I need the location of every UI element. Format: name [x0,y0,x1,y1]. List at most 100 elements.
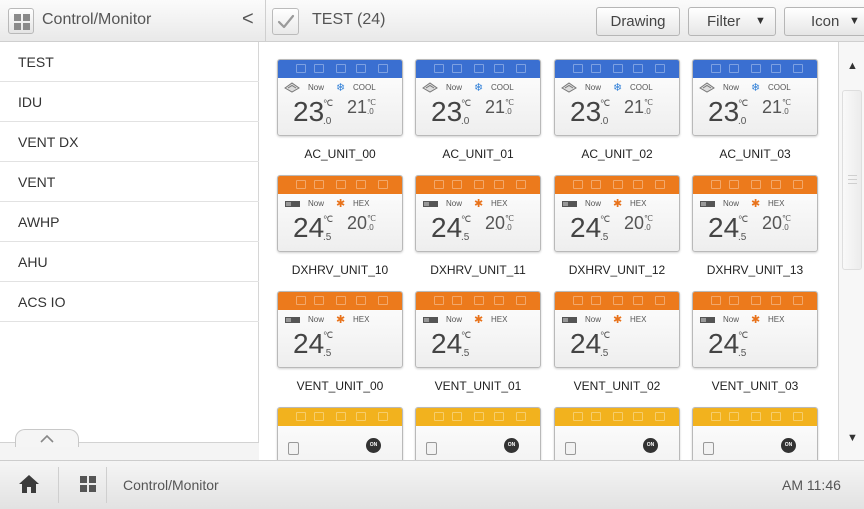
menu-grid-button[interactable] [8,8,34,34]
mode-label: COOL [630,83,653,92]
current-temp-decimal: .0 [323,116,332,127]
grid-scrollbar[interactable]: ▲ ▼ [838,42,864,460]
collapse-panel-button[interactable]: < [242,8,254,31]
sidebar-item-vent-dx[interactable]: VENT DX [0,122,259,162]
current-temp: 23 [708,96,740,127]
card-status-bar [555,292,679,310]
unit-name: VENT_UNIT_00 [296,379,384,393]
status-icon [751,296,761,305]
mode-label: COOL [353,83,376,92]
status-icon [452,64,462,73]
set-temp-unit: ℃ [505,214,514,223]
scroll-up-arrow-icon[interactable]: ▲ [847,60,858,72]
unit-card[interactable]: Now ✱ HEX 24 ℃ .5 [415,291,541,368]
current-temp-decimal: .0 [461,116,470,127]
ventilator-unit-icon [700,317,715,323]
temp-unit: ℃ [461,330,472,340]
power-on-icon: ON [781,438,796,453]
snowflake-icon: ❄ [474,82,484,94]
now-label: Now [585,315,602,324]
status-icon [633,412,643,421]
unit-card[interactable]: Now ✱ HEX 24 ℃ .5 [277,291,403,368]
set-temp-decimal: .0 [782,107,789,116]
unit-card[interactable]: Now ✱ HEX 24 ℃ .5 20 ℃ .0 [692,175,818,252]
now-label: Now [585,83,602,92]
status-icon [378,64,388,73]
unit-name: AC_UNIT_02 [581,147,653,161]
card-status-bar [693,60,817,78]
header-divider [265,0,266,42]
status-icon [793,64,803,73]
io-port-icon [288,442,299,455]
home-icon[interactable] [18,474,40,494]
unit-card[interactable]: Now ❄ COOL 23 ℃ .0 21 ℃ .0 [415,59,541,136]
card-status-bar [278,60,402,78]
card-status-bar [555,408,679,426]
unit-name: AC_UNIT_01 [442,147,514,161]
scroll-thumb[interactable] [842,90,862,270]
sidebar-item-ahu[interactable]: AHU [0,242,259,282]
status-icon [494,180,504,189]
expand-tab-button[interactable] [15,429,79,447]
temp-unit: ℃ [461,98,472,108]
ventilator-unit-icon [285,201,300,207]
unit-card[interactable]: Now ✱ HEX 24 ℃ .5 20 ℃ .0 [415,175,541,252]
status-icon [729,64,739,73]
card-status-bar [278,176,402,194]
status-icon [314,64,324,73]
sidebar-item-idu[interactable]: IDU [0,82,259,122]
now-label: Now [446,199,463,208]
sidebar-item-awhp[interactable]: AWHP [0,202,259,242]
status-icon [516,180,526,189]
cassette-unit-icon [699,82,715,93]
status-icon [613,412,623,421]
unit-card[interactable]: ON [554,407,680,460]
status-icon [474,64,484,73]
sidebar-item-test[interactable]: TEST [0,42,259,82]
set-temp-decimal: .0 [782,223,789,232]
now-label: Now [723,315,740,324]
grid-icon[interactable] [80,476,96,492]
icon-view-dropdown[interactable]: Icon ▼ [784,7,864,36]
select-all-checkbox[interactable] [272,8,299,35]
status-icon [771,64,781,73]
unit-card[interactable]: ON [415,407,541,460]
grid-icon [14,14,21,21]
temp-unit: ℃ [600,214,611,224]
status-icon [655,412,665,421]
filter-dropdown[interactable]: Filter ▼ [688,7,776,36]
unit-card[interactable]: ON [277,407,403,460]
current-temp-decimal: .5 [461,232,470,243]
status-icon [655,64,665,73]
heat-exchange-icon: ✱ [751,198,761,210]
unit-card[interactable]: Now ✱ HEX 24 ℃ .5 20 ℃ .0 [277,175,403,252]
set-temp-decimal: .0 [644,223,651,232]
drawing-button[interactable]: Drawing [596,7,680,36]
set-temp: 20 [762,213,783,233]
unit-name: AC_UNIT_00 [304,147,376,161]
unit-card[interactable]: Now ❄ COOL 23 ℃ .0 21 ℃ .0 [554,59,680,136]
status-icon [573,296,583,305]
unit-card[interactable]: Now ❄ COOL 23 ℃ .0 21 ℃ .0 [692,59,818,136]
unit-card[interactable]: Now ✱ HEX 24 ℃ .5 [554,291,680,368]
unit-card[interactable]: ON [692,407,818,460]
status-icon [729,412,739,421]
status-icon [711,180,721,189]
check-icon [277,14,295,29]
unit-card[interactable]: Now ❄ COOL 23 ℃ .0 21 ℃ .0 [277,59,403,136]
mode-label: HEX [768,199,785,208]
sidebar-item-vent[interactable]: VENT [0,162,259,202]
unit-card[interactable]: Now ✱ HEX 24 ℃ .5 [692,291,818,368]
mode-label: HEX [630,199,647,208]
set-temp-decimal: .0 [505,107,512,116]
heat-exchange-icon: ✱ [336,314,346,326]
temp-unit: ℃ [323,98,334,108]
temp-unit: ℃ [738,330,749,340]
sidebar-item-acs-io[interactable]: ACS IO [0,282,259,322]
status-icon [474,180,484,189]
card-status-bar [693,176,817,194]
unit-card[interactable]: Now ✱ HEX 24 ℃ .5 20 ℃ .0 [554,175,680,252]
scroll-down-arrow-icon[interactable]: ▼ [847,432,858,444]
status-icon [296,64,306,73]
status-icon [751,180,761,189]
